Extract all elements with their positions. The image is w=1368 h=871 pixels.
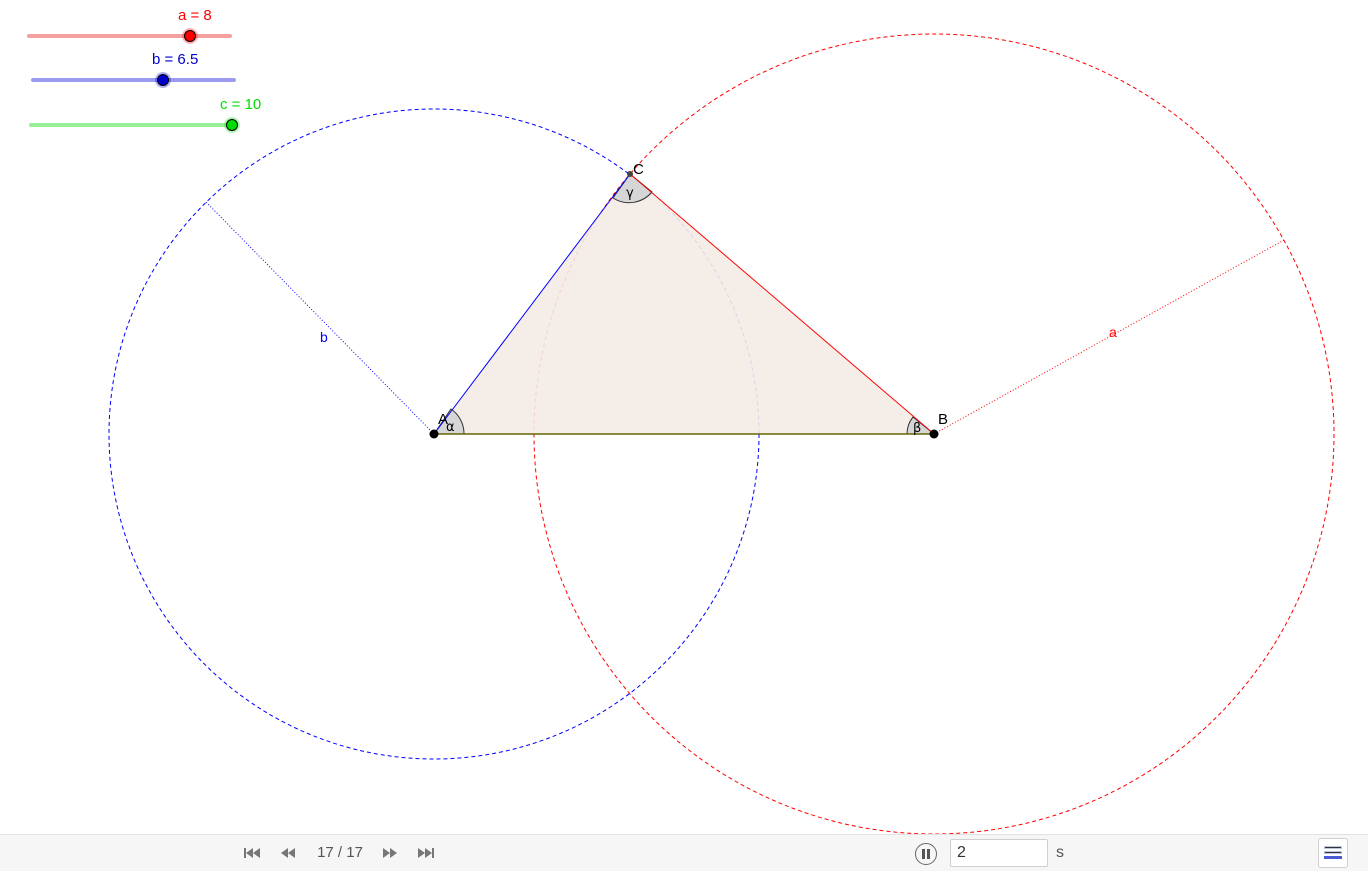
slider-a[interactable]: a = 8 [27, 7, 232, 44]
slider-c[interactable]: c = 10 [29, 96, 261, 133]
point-a[interactable] [429, 429, 439, 439]
radius-a-label: a [1109, 324, 1117, 340]
speed-unit: s [1056, 844, 1064, 861]
slider-b-label: b = 6.5 [152, 51, 198, 68]
step-back-icon [281, 848, 295, 858]
pause-button[interactable] [915, 843, 937, 865]
triangle-abc[interactable] [434, 174, 934, 434]
slider-b-handle[interactable] [157, 74, 169, 86]
animation-toolbar: 17 / 17 s [0, 834, 1368, 871]
radius-b-line [205, 201, 435, 435]
angle-beta-label: β [913, 421, 921, 436]
speed-input[interactable] [950, 839, 1048, 867]
skip-first-icon [244, 848, 260, 858]
step-back-button[interactable] [278, 845, 298, 861]
slide-counter: 17 / 17 [317, 844, 363, 861]
angle-alpha-label: α [446, 420, 455, 435]
skip-first-button[interactable] [242, 845, 262, 861]
skip-last-button[interactable] [416, 845, 436, 861]
slider-c-label: c = 10 [220, 96, 261, 113]
step-forward-button[interactable] [380, 845, 400, 861]
angle-gamma-label: γ [626, 186, 634, 201]
geometry-canvas[interactable]: A B C α β γ b a a = 8 b = 6.5 c = 10 [0, 0, 1368, 834]
point-b-label: B [938, 411, 948, 428]
step-forward-icon [383, 848, 397, 858]
radius-b-label: b [320, 329, 328, 345]
slider-c-handle[interactable] [226, 119, 238, 131]
algebra-view-button[interactable] [1318, 838, 1348, 868]
slider-a-label: a = 8 [178, 7, 212, 24]
algebra-view-icon [1324, 846, 1342, 859]
pause-icon [921, 849, 931, 859]
slider-a-handle[interactable] [184, 30, 196, 42]
point-c-label: C [633, 161, 644, 178]
skip-last-icon [418, 848, 434, 858]
slider-b[interactable]: b = 6.5 [31, 51, 236, 88]
point-b[interactable] [929, 429, 939, 439]
